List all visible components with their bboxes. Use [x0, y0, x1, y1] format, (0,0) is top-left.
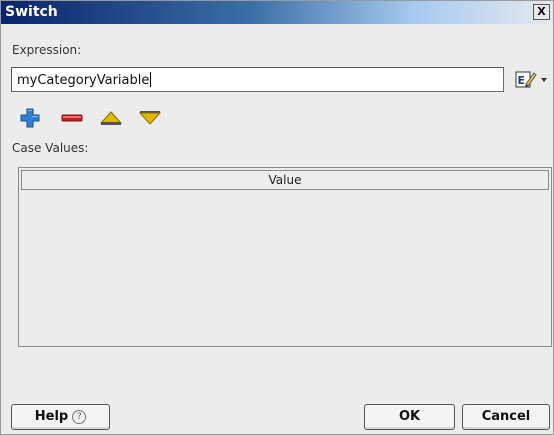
case-values-table[interactable]: Value	[18, 167, 552, 347]
column-header-value[interactable]: Value	[21, 170, 549, 190]
help-button[interactable]: Help?	[11, 404, 110, 430]
cancel-button[interactable]: Cancel	[462, 404, 550, 430]
expression-input[interactable]: myCategoryVariable	[11, 67, 504, 92]
expression-label: Expression:	[12, 43, 82, 57]
edit-expression-icon[interactable]: E	[515, 69, 537, 89]
text-caret	[150, 72, 152, 87]
window-title: Switch	[5, 4, 58, 20]
title-bar[interactable]: Switch X	[1, 1, 553, 24]
svg-text:E: E	[518, 74, 526, 87]
move-up-icon[interactable]	[100, 108, 122, 128]
move-down-icon[interactable]	[139, 108, 161, 128]
expression-value: myCategoryVariable	[17, 73, 150, 88]
add-icon[interactable]	[19, 108, 41, 128]
close-button[interactable]: X	[533, 4, 550, 20]
help-question-icon: ?	[72, 410, 87, 424]
remove-icon[interactable]	[61, 108, 83, 128]
ok-button[interactable]: OK	[364, 404, 455, 430]
case-values-label: Case Values:	[12, 141, 89, 155]
help-button-label: Help	[34, 409, 69, 424]
chevron-down-icon[interactable]	[540, 76, 548, 84]
switch-dialog: Switch X Expression: myCategoryVariable …	[0, 0, 554, 435]
